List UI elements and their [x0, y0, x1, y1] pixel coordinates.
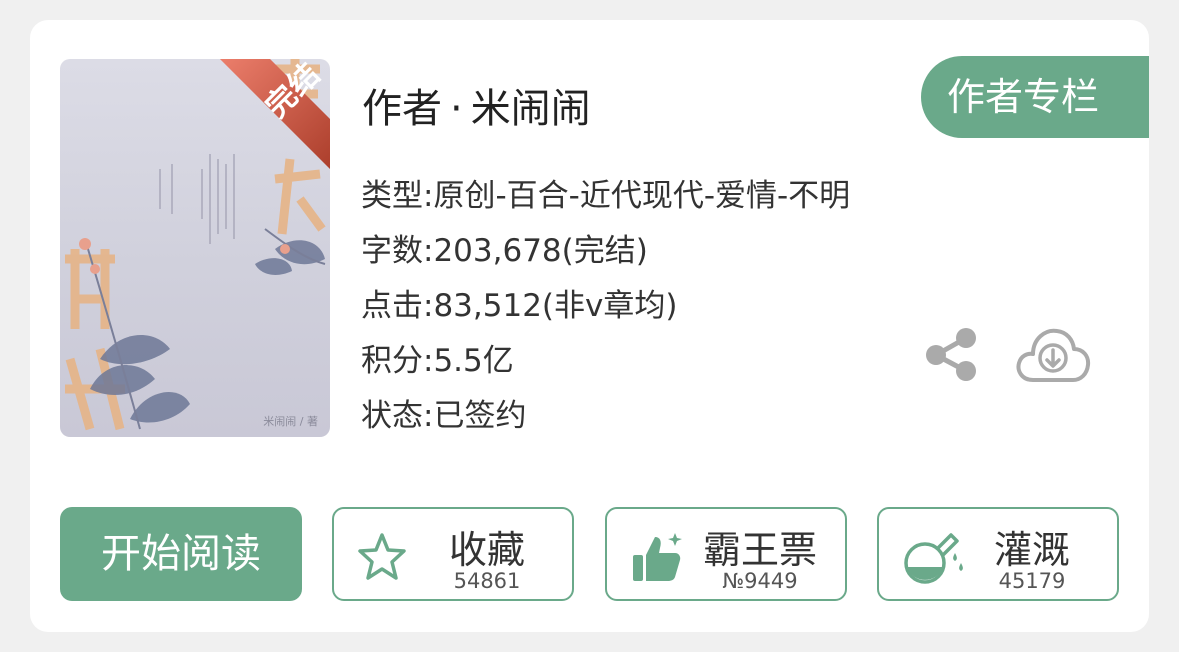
info-word-count: 字数:203,678(完结) — [361, 233, 648, 269]
irrigate-count: 45179 — [998, 569, 1066, 593]
share-icon[interactable] — [921, 324, 981, 384]
book-cover[interactable]: 完结 米闹闹 / 著 — [60, 59, 330, 437]
title-dot: · — [450, 86, 463, 132]
favorite-button[interactable]: 收藏 54861 — [332, 507, 574, 601]
bawang-ticket-rank: №9449 — [722, 569, 798, 593]
favorite-count: 54861 — [453, 569, 521, 593]
author-name[interactable]: 米闹闹 — [471, 86, 591, 132]
info-score: 积分:5.5亿 — [361, 343, 514, 379]
bawang-ticket-button[interactable]: 霸王票 №9449 — [605, 507, 847, 601]
author-prefix: 作者 — [362, 86, 442, 132]
info-clicks: 点击:83,512(非v章均) — [361, 288, 678, 324]
star-icon — [358, 533, 406, 580]
bawang-ticket-label: 霸王票 — [702, 528, 817, 572]
book-info-card: 完结 米闹闹 / 著 作者 · 米闹闹 作者专栏 类型:原创-百合-近代现代-爱情-… — [30, 20, 1149, 632]
irrigate-label: 灌溉 — [993, 528, 1070, 572]
flask-icon — [904, 533, 963, 584]
irrigate-button[interactable]: 灌溉 45179 — [877, 507, 1119, 601]
author-column-button[interactable]: 作者专栏 — [921, 56, 1149, 138]
book-author-heading: 作者 · 米闹闹 — [362, 76, 591, 134]
info-status: 状态:已签约 — [361, 398, 527, 434]
cover-author-text: 米闹闹 / 著 — [263, 415, 318, 428]
download-cloud-icon[interactable] — [1015, 324, 1091, 384]
thumbs-up-icon — [633, 533, 682, 581]
info-type: 类型:原创-百合-近代现代-爱情-不明 — [361, 178, 851, 214]
favorite-label: 收藏 — [448, 528, 525, 572]
start-reading-button[interactable]: 开始阅读 — [60, 507, 302, 601]
